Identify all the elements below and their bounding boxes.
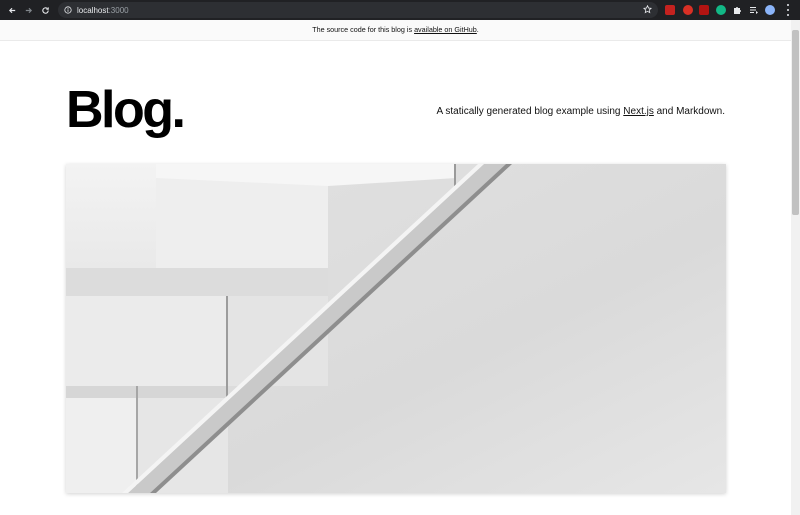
url-port: :3000 <box>108 5 129 15</box>
reading-list-icon[interactable] <box>749 5 759 15</box>
browser-toolbar: localhost:3000 <box>0 0 800 20</box>
nextjs-link[interactable]: Next.js <box>623 106 654 117</box>
tagline-text: A statically generated blog example usin… <box>436 106 624 117</box>
github-link[interactable]: available on GitHub <box>414 25 477 34</box>
star-icon[interactable] <box>642 4 653 14</box>
cover-image[interactable] <box>66 164 726 493</box>
reload-button[interactable] <box>38 0 52 20</box>
page-viewport: The source code for this blog is availab… <box>0 20 791 515</box>
alert-banner: The source code for this blog is availab… <box>0 20 791 41</box>
scrollbar-thumb[interactable] <box>792 30 799 215</box>
puzzle-icon[interactable] <box>732 5 742 15</box>
extension-3-icon[interactable] <box>699 5 709 15</box>
blog-title: Blog. <box>66 81 186 139</box>
alert-text: The source code for this blog is <box>312 25 415 34</box>
tagline: A statically generated blog example usin… <box>436 106 725 117</box>
address-bar[interactable]: localhost:3000 <box>58 2 658 18</box>
scrollbar[interactable] <box>791 20 800 515</box>
alert-text-end: . <box>476 25 479 34</box>
info-icon[interactable] <box>64 6 72 14</box>
more-vertical-icon[interactable] <box>784 4 792 16</box>
arrow-right-icon <box>25 7 32 13</box>
staircase-image <box>66 164 726 493</box>
profile-avatar[interactable] <box>765 5 775 15</box>
back-button[interactable] <box>5 0 19 20</box>
extension-1-icon[interactable] <box>665 5 675 15</box>
tagline-text-end: and Markdown. <box>653 106 725 117</box>
url-host: localhost <box>77 5 109 15</box>
reload-icon <box>41 6 49 14</box>
arrow-left-icon <box>8 7 15 13</box>
extension-4-icon[interactable] <box>716 5 726 15</box>
forward-button[interactable] <box>21 0 35 20</box>
extension-2-icon[interactable] <box>683 5 693 15</box>
